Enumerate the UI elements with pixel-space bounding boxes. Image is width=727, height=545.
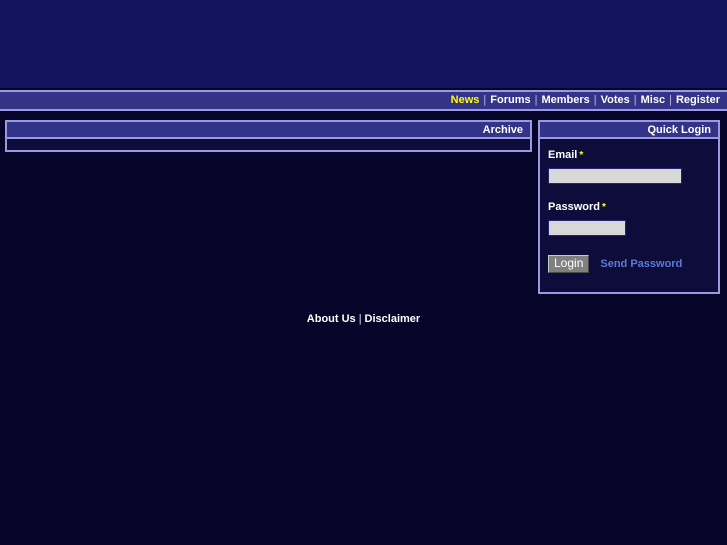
nav-item-votes[interactable]: Votes [601,95,630,106]
footer-link-disclaimer[interactable]: Disclaimer [365,313,421,325]
nav-separator: | [633,94,637,106]
send-password-link[interactable]: Send Password [600,258,682,270]
site-banner [0,0,727,88]
nav-link-list: News | Forums | Members | Votes | Misc |… [451,95,727,106]
login-actions-row: Login Send Password [548,255,718,274]
quick-login-panel-title: Quick Login [540,122,718,139]
email-input[interactable] [548,168,682,184]
nav-item-news[interactable]: News [451,95,480,106]
nav-item-misc[interactable]: Misc [641,95,665,106]
nav-item-register[interactable]: Register [676,95,720,106]
quick-login-panel: Quick Login Email * Password * Login Send … [538,120,720,294]
nav-item-members[interactable]: Members [541,95,589,106]
archive-panel: Archive [5,120,532,152]
nav-separator: | [593,94,597,106]
password-label-text: Password [548,201,600,213]
login-button[interactable]: Login [548,255,590,274]
archive-panel-title: Archive [7,122,530,139]
password-input[interactable] [548,220,626,236]
field-spacer [548,184,718,201]
password-label: Password * [548,201,718,213]
quick-login-form: Email * Password * Login Send Password [540,139,718,274]
footer-separator: | [358,313,362,325]
archive-panel-body [7,139,530,150]
footer-link-about-us[interactable]: About Us [307,313,356,325]
email-required-marker: * [579,150,584,161]
main-navigation: News | Forums | Members | Votes | Misc |… [0,90,727,111]
nav-separator: | [669,94,672,106]
nav-separator: | [483,94,487,106]
footer: About Us | Disclaimer [0,313,727,325]
email-label-text: Email [548,149,578,161]
nav-separator: | [534,94,538,106]
nav-item-forums[interactable]: Forums [490,95,530,106]
action-spacer [548,236,718,255]
email-label: Email * [548,149,718,161]
password-required-marker: * [601,202,606,213]
